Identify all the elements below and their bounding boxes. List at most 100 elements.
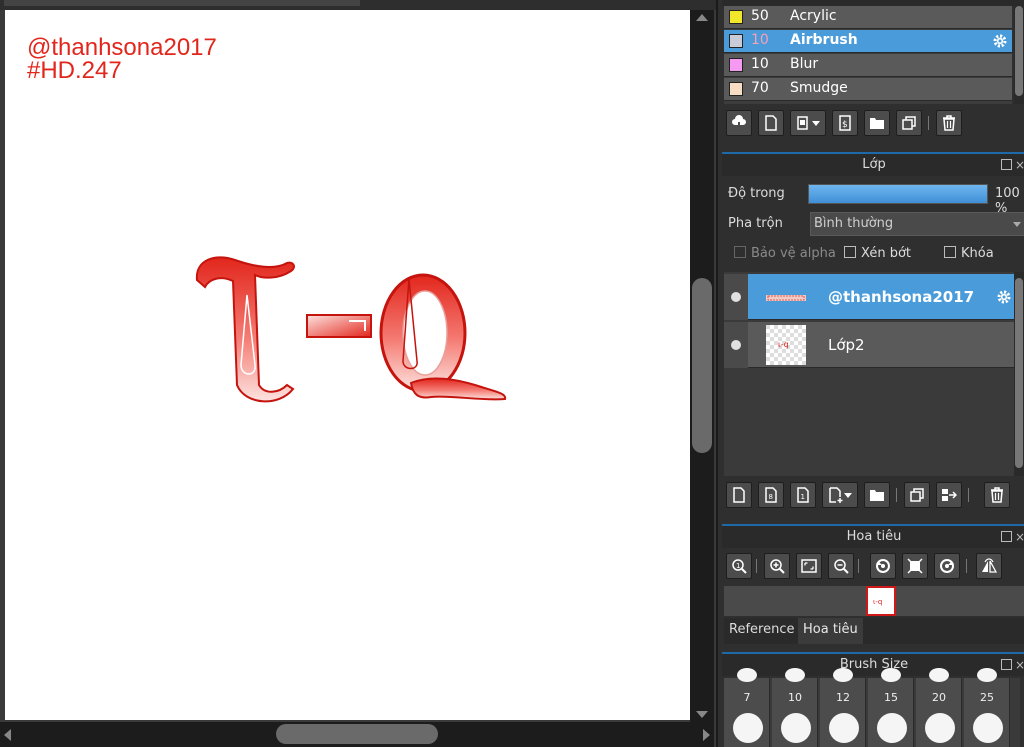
reset-view-icon[interactable] — [902, 553, 928, 579]
zoom-in-icon[interactable] — [764, 553, 790, 579]
checkbox-box — [734, 246, 746, 258]
folder-icon[interactable] — [864, 110, 890, 136]
brush-name: Airbrush — [790, 32, 858, 48]
lock-label: Khóa — [961, 246, 994, 261]
gear-icon[interactable] — [992, 33, 1008, 49]
protect-alpha-checkbox[interactable]: Bảo vệ alpha — [734, 246, 836, 261]
scroll-left-icon[interactable] — [4, 729, 11, 741]
watermark-tag: #HD.247 — [27, 57, 122, 84]
brush-script-icon[interactable]: $ — [832, 110, 858, 136]
rotate-left-icon[interactable] — [870, 553, 896, 579]
navigator-tabs: Reference Hoa tiêu — [724, 618, 1024, 644]
navigator-preview[interactable]: ɩ-q — [724, 586, 1024, 616]
popout-icon[interactable] — [1001, 659, 1012, 670]
new-8bit-layer-icon[interactable]: 8 — [758, 482, 784, 508]
toolbar-separator — [928, 116, 929, 130]
add-layer-menu-icon[interactable] — [822, 482, 858, 508]
brush-size-cell[interactable]: 7 — [724, 668, 770, 747]
new-brush-icon[interactable] — [758, 110, 784, 136]
opacity-label: Độ trong — [728, 186, 785, 201]
artwork — [195, 256, 507, 403]
opacity-slider[interactable] — [808, 184, 988, 204]
brush-list-scrollbar[interactable] — [1014, 6, 1024, 104]
brush-size-cell[interactable]: 10 — [772, 668, 818, 747]
brush-name: Blur — [790, 56, 819, 72]
cloud-download-icon[interactable] — [726, 110, 752, 136]
lock-checkbox[interactable]: Khóa — [944, 246, 994, 261]
layer-visibility-toggle[interactable] — [724, 274, 748, 320]
navigator-viewport-frame[interactable]: ɩ-q — [866, 586, 896, 616]
layer-list-scroll-thumb[interactable] — [1015, 278, 1023, 468]
brush-item-blur[interactable]: 10 Blur — [724, 54, 1012, 77]
brush-size-cell[interactable]: 25 — [964, 668, 1010, 747]
clipping-checkbox[interactable]: Xén bớt — [844, 246, 911, 261]
brush-size-cell[interactable]: 12 — [820, 668, 866, 747]
horizontal-scroll-thumb[interactable] — [276, 724, 438, 744]
svg-text:8: 8 — [769, 493, 773, 501]
popout-icon[interactable] — [1001, 159, 1012, 170]
layer-visibility-toggle[interactable] — [724, 322, 748, 368]
trash-icon[interactable] — [936, 110, 962, 136]
brush-size-cell[interactable]: 15 — [868, 668, 914, 747]
toolbar-separator — [858, 559, 859, 573]
flip-horizontal-icon[interactable] — [976, 553, 1002, 579]
navigator-panel-title-text: Hoa tiêu — [846, 529, 902, 544]
canvas-top-strip — [0, 0, 716, 10]
tab-reference[interactable]: Reference — [724, 618, 799, 644]
toolbar-separator — [966, 559, 967, 573]
zoom-actual-icon[interactable]: 1 — [726, 553, 752, 579]
layer-panel-title-text: Lớp — [862, 157, 886, 172]
artwork-letter-right-counter — [402, 290, 448, 376]
top-strip-segment — [4, 0, 360, 6]
brush-item-smudge[interactable]: 70 Smudge — [724, 78, 1012, 101]
canvas-vertical-scrollbar[interactable] — [690, 10, 714, 722]
close-icon[interactable]: × — [1015, 654, 1024, 676]
right-panel: 50 Acrylic 10 Airbrush 10 Blur 70 Smudge… — [716, 0, 1024, 747]
close-icon[interactable]: × — [1015, 526, 1024, 548]
new-1bit-layer-icon[interactable]: 1 — [790, 482, 816, 508]
brush-list-scroll-thumb[interactable] — [1015, 6, 1023, 96]
scroll-right-icon[interactable] — [703, 729, 710, 741]
canvas-horizontal-scrollbar[interactable] — [0, 722, 714, 747]
folder-icon[interactable] — [864, 482, 890, 508]
close-icon[interactable]: × — [1015, 154, 1024, 176]
brush-size-cell[interactable]: 20 — [916, 668, 962, 747]
checkbox-box — [944, 246, 956, 258]
brush-size-label: 25 — [980, 691, 994, 704]
layer-row-thanhsona2017[interactable]: @thanhsona2017 — [724, 274, 1014, 320]
scroll-up-icon[interactable] — [696, 14, 708, 21]
navigator-toolbar: 1 — [724, 553, 1014, 585]
rotate-right-icon[interactable] — [934, 553, 960, 579]
size-preview-dot — [973, 713, 1003, 743]
new-layer-icon[interactable] — [726, 482, 752, 508]
layer-row-lop2[interactable]: ɩ-q Lớp2 — [724, 322, 1014, 368]
fit-screen-icon[interactable] — [796, 553, 822, 579]
trash-icon[interactable] — [984, 482, 1010, 508]
brush-size-value: 10 — [751, 56, 769, 72]
zoom-out-icon[interactable] — [828, 553, 854, 579]
blend-mode-select[interactable]: Bình thường — [810, 212, 1024, 236]
merge-down-icon[interactable] — [936, 482, 962, 508]
scroll-down-icon[interactable] — [696, 711, 708, 718]
artwork-letter-left — [195, 256, 295, 403]
brush-swatch — [729, 34, 743, 48]
toolbar-separator — [968, 488, 969, 502]
duplicate-icon[interactable] — [896, 110, 922, 136]
duplicate-icon[interactable] — [904, 482, 930, 508]
tab-navigator[interactable]: Hoa tiêu — [798, 618, 863, 644]
size-preview-dot — [977, 668, 997, 682]
popout-icon[interactable] — [1001, 531, 1012, 542]
brush-size-value: 50 — [751, 8, 769, 24]
brush-toolbar: $ — [724, 110, 1014, 142]
gear-icon[interactable] — [996, 289, 1012, 305]
layer-thumbnail: ɩ-q — [766, 325, 806, 365]
brush-add-menu-icon[interactable] — [790, 110, 826, 136]
brush-item-acrylic[interactable]: 50 Acrylic — [724, 6, 1012, 29]
brush-item-airbrush[interactable]: 10 Airbrush — [724, 30, 1012, 53]
size-preview-dot — [881, 668, 901, 682]
size-preview-dot — [737, 668, 757, 682]
layer-list-scrollbar[interactable] — [1014, 272, 1024, 476]
svg-text:1: 1 — [801, 493, 805, 501]
drawing-canvas[interactable]: @thanhsona2017 #HD.247 — [5, 10, 690, 720]
vertical-scroll-thumb[interactable] — [692, 278, 712, 453]
